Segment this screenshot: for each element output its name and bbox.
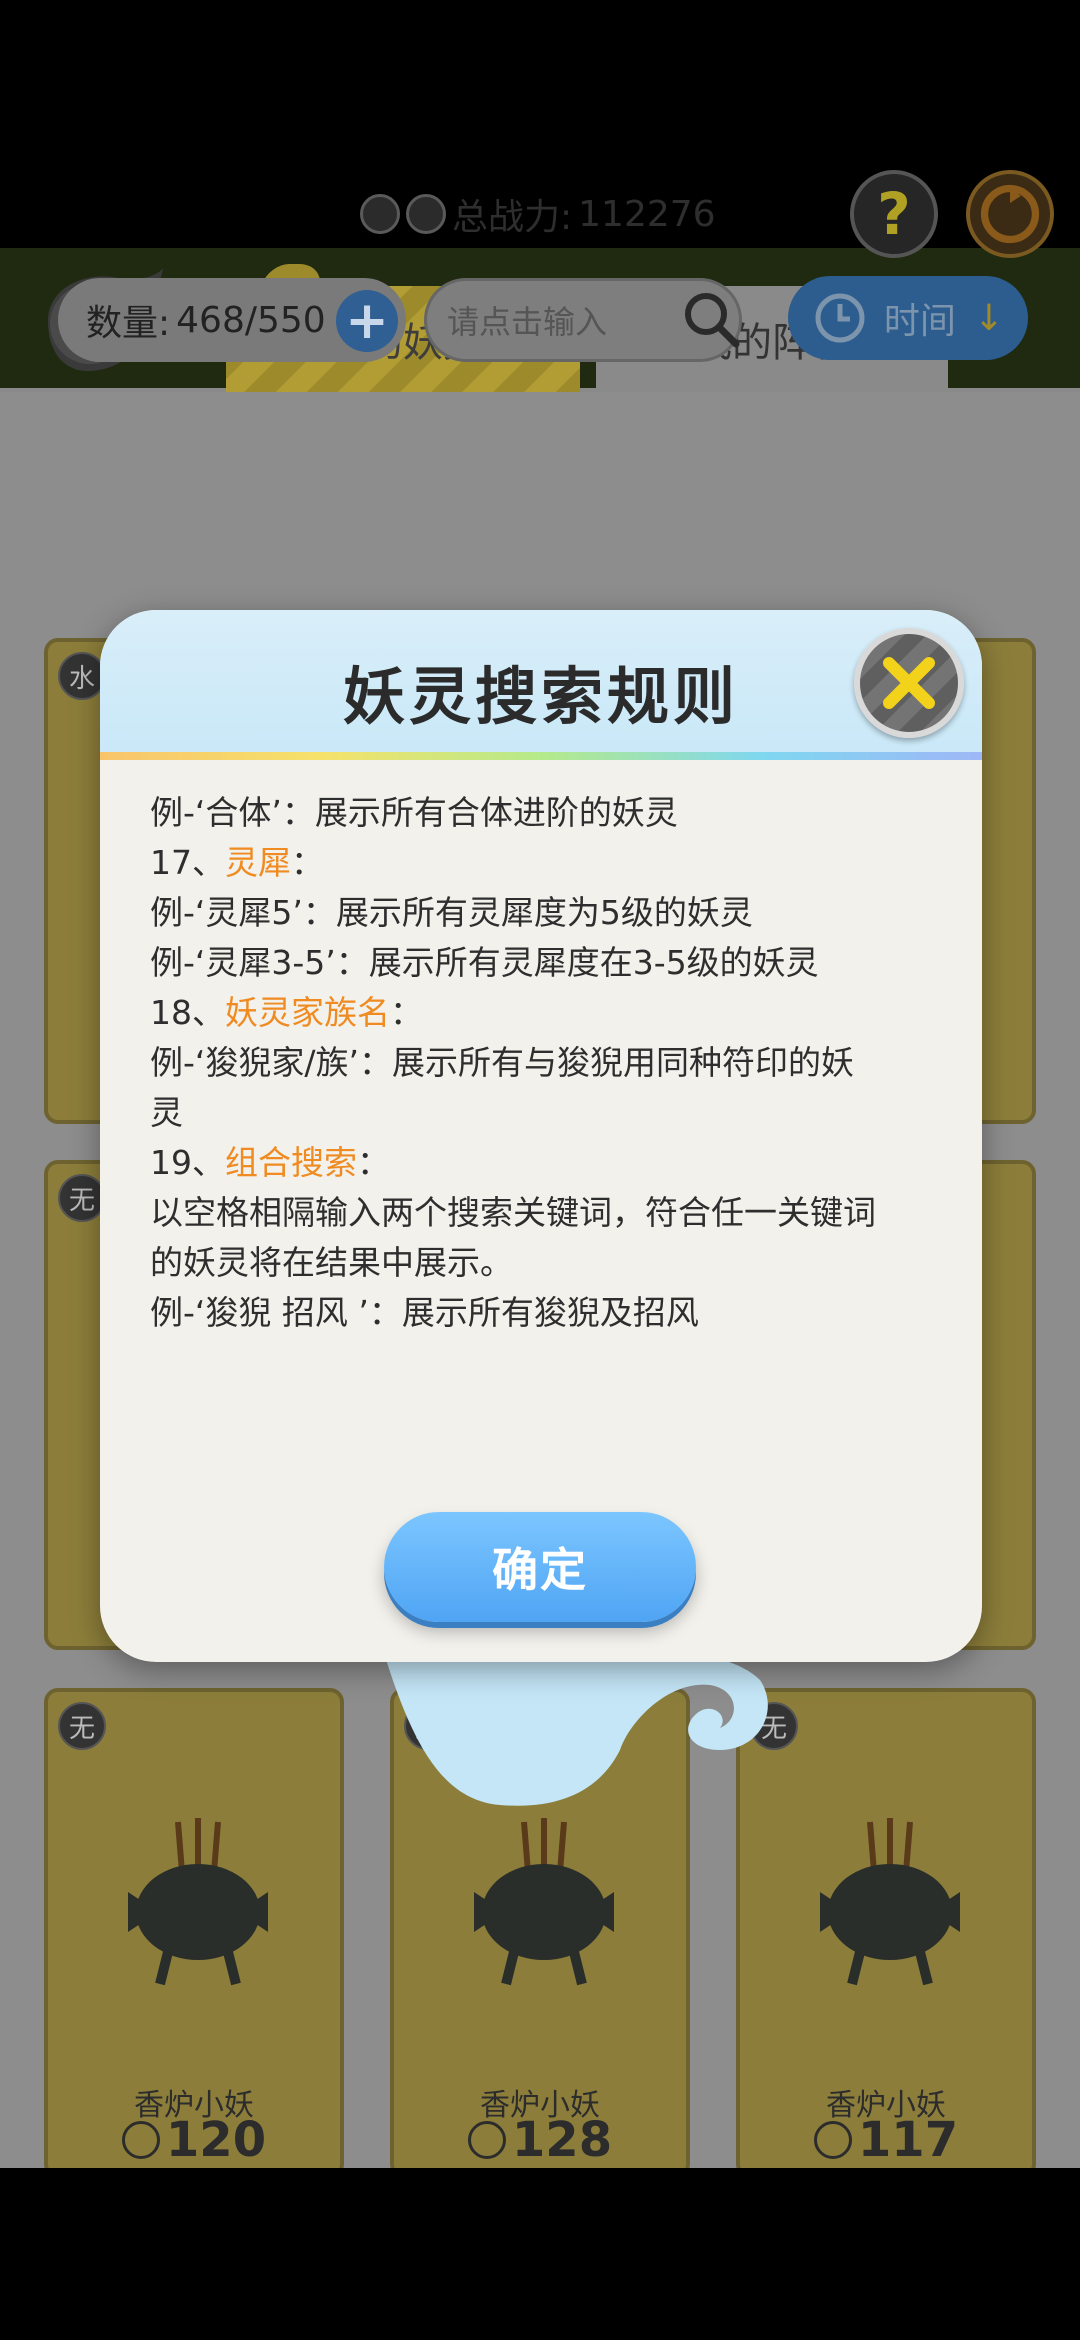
- rule-line: 例-‘灵犀5’：展示所有灵犀度为5级的妖灵: [150, 893, 753, 932]
- power-icon: [406, 194, 446, 234]
- spirit-power: 117: [740, 2112, 1032, 2168]
- rule-line: 例-‘狻猊家/族’：展示所有与狻猊用同种符印的妖: [150, 1043, 855, 1082]
- dialog-tail-decoration: [380, 1640, 768, 1806]
- clock-icon: [815, 293, 865, 343]
- spirit-power: 120: [48, 2112, 340, 2168]
- rule-line: 的妖灵将在结果中展示。: [150, 1243, 513, 1282]
- rule-line: 例-‘狻猊 招风 ’：展示所有狻猊及招风: [150, 1293, 699, 1332]
- confirm-button[interactable]: 确定: [384, 1512, 696, 1622]
- spirit-power-value: 128: [511, 2112, 613, 2168]
- censer-spirit-icon: [474, 1818, 614, 1986]
- spirit-power: 128: [394, 2112, 686, 2168]
- element-badge: 无: [58, 1702, 106, 1750]
- rule-line: 灵: [150, 1093, 183, 1132]
- total-power: 总战力: 112276: [360, 188, 716, 240]
- close-icon: [883, 657, 935, 709]
- spirit-power-value: 120: [165, 2112, 267, 2168]
- element-badge: 无: [58, 1174, 106, 1222]
- power-icon: [121, 2121, 160, 2159]
- swap-icon[interactable]: [966, 170, 1054, 258]
- sort-label: 时间: [883, 301, 956, 342]
- help-icon: ?: [877, 180, 911, 248]
- rule-keyword: 妖灵家族名: [225, 993, 390, 1032]
- crown-icon: [360, 194, 400, 234]
- rule-keyword: 灵犀: [225, 843, 291, 882]
- search-icon[interactable]: [676, 284, 746, 354]
- spirit-card[interactable]: 无 香炉小妖 120: [44, 1688, 344, 2178]
- censer-spirit-icon: [128, 1818, 268, 1986]
- rule-line: 例-‘合体’：展示所有合体进阶的妖灵: [150, 793, 678, 832]
- spirit-card[interactable]: 无 香炉小妖 117: [736, 1688, 1036, 2178]
- element-badge: 水: [58, 652, 106, 700]
- total-power-value: 112276: [578, 193, 716, 235]
- search-placeholder: 请点击输入: [447, 303, 608, 341]
- sort-direction-icon: ↓: [973, 297, 1005, 339]
- search-rules-dialog: 妖灵搜索规则 例-‘合体’：展示所有合体进阶的妖灵 17、灵犀： 例-‘灵犀5’…: [100, 610, 982, 1662]
- dialog-title: 妖灵搜索规则: [342, 660, 739, 733]
- sort-time-button[interactable]: 时间 ↓: [788, 276, 1028, 360]
- close-dialog-button[interactable]: [854, 628, 964, 738]
- spirit-power-value: 117: [857, 2112, 959, 2168]
- rule-keyword: 组合搜索: [225, 1143, 357, 1182]
- rule-heading: 17、灵犀：: [150, 843, 324, 882]
- count-value: 468/550: [176, 299, 326, 341]
- rule-line: 以空格相隔输入两个搜索关键词，符合任一关键词: [150, 1193, 876, 1232]
- rules-text: 例-‘合体’：展示所有合体进阶的妖灵 17、灵犀： 例-‘灵犀5’：展示所有灵犀…: [150, 788, 940, 1338]
- rule-line: 例-‘灵犀3-5’：展示所有灵犀度在3-5级的妖灵: [150, 943, 819, 982]
- power-icon: [813, 2121, 852, 2159]
- censer-spirit-icon: [820, 1818, 960, 1986]
- rule-heading: 19、组合搜索：: [150, 1143, 390, 1182]
- total-power-label: 总战力:: [452, 197, 573, 238]
- count-label: 数量:: [86, 303, 171, 344]
- header-divider: [100, 752, 982, 760]
- power-icon: [467, 2121, 506, 2159]
- add-capacity-button[interactable]: +: [336, 290, 398, 352]
- help-button[interactable]: ?: [850, 170, 938, 258]
- bottom-letterbox: [0, 2168, 1080, 2340]
- rule-heading: 18、妖灵家族名：: [150, 993, 423, 1032]
